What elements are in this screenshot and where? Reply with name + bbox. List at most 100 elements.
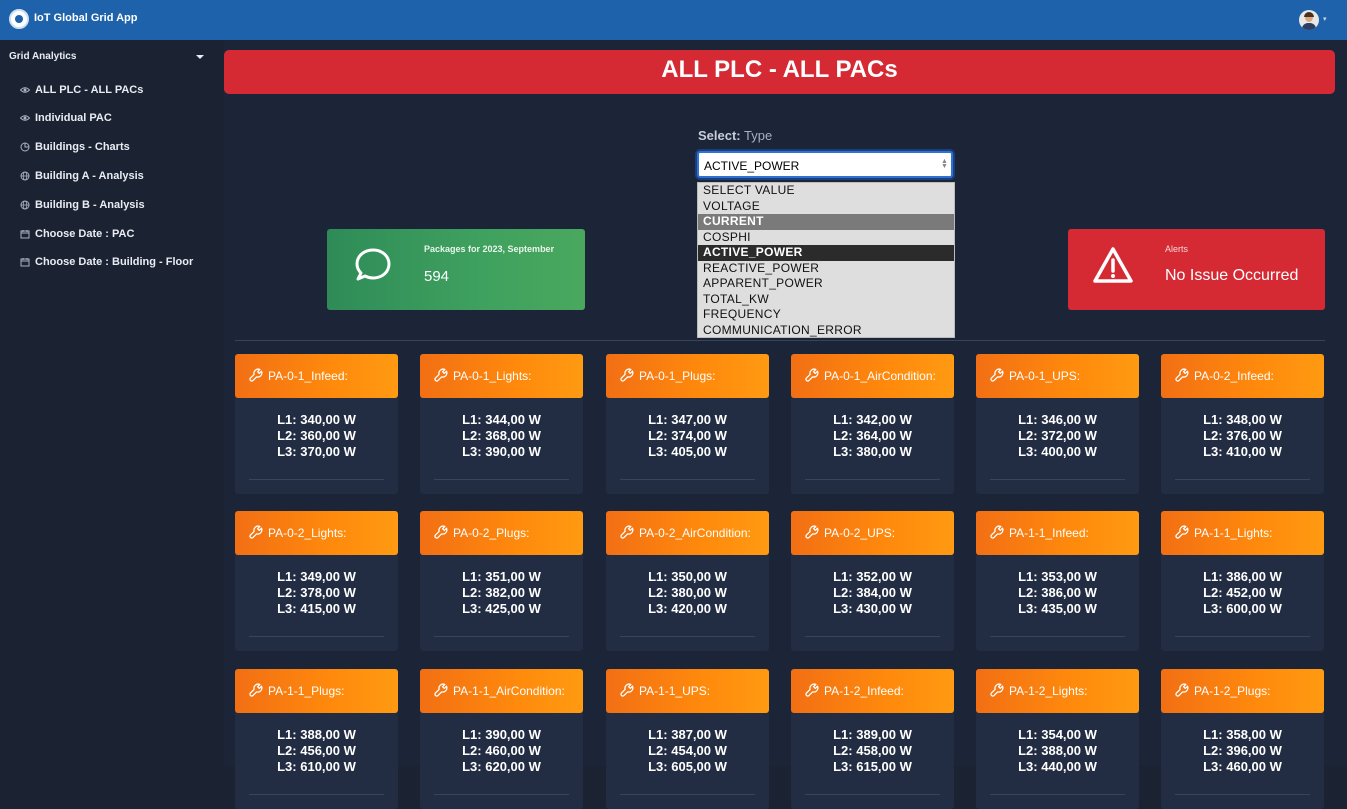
pac-name: PA-0-1_Infeed: <box>268 369 348 383</box>
pac-card[interactable]: PA-1-1_AirCondition: L1: 390,00 W L2: 460,… <box>420 669 583 809</box>
wrench-icon <box>990 683 1004 700</box>
sidebar-item-buildings-charts[interactable]: Buildings - Charts <box>20 139 130 155</box>
dropdown-option-selected[interactable]: ACTIVE_POWER <box>698 245 954 261</box>
pac-card-divider <box>1175 794 1310 795</box>
pac-l3: L3: 380,00 W <box>791 444 954 460</box>
pac-l1: L1: 346,00 W <box>976 412 1139 428</box>
type-select[interactable]: ACTIVE_POWER ▲ ▼ <box>697 151 953 178</box>
pac-card-header[interactable]: PA-1-1_Plugs: <box>235 669 398 713</box>
pac-card[interactable]: PA-1-1_Infeed: L1: 353,00 W L2: 386,00 W L3… <box>976 511 1139 651</box>
phase-label: L3: <box>462 601 486 616</box>
phase-label: L2: <box>648 428 672 443</box>
page-title: ALL PLC - ALL PACs <box>224 50 1335 94</box>
dropdown-option[interactable]: REACTIVE_POWER <box>698 261 954 277</box>
chevron-down-icon[interactable] <box>196 55 204 59</box>
app-title[interactable]: IoT Global Grid App <box>34 12 137 24</box>
pac-card-header[interactable]: PA-0-1_AirCondition: <box>791 354 954 398</box>
pac-card-header[interactable]: PA-1-2_Infeed: <box>791 669 954 713</box>
user-menu-caret-icon[interactable]: ▾ <box>1323 15 1327 23</box>
dropdown-option[interactable]: APPARENT_POWER <box>698 276 954 292</box>
pac-card[interactable]: PA-0-1_Plugs: L1: 347,00 W L2: 374,00 W L3:… <box>606 354 769 494</box>
pac-l1: L1: 358,00 W <box>1161 727 1324 743</box>
phase-label: L3: <box>277 601 301 616</box>
sidebar-item-all-plc[interactable]: ALL PLC - ALL PACs <box>20 82 143 98</box>
phase-label: L2: <box>277 428 301 443</box>
pac-card-divider <box>249 636 384 637</box>
alerts-value: No Issue Occurred <box>1165 267 1299 284</box>
type-select-value: ACTIVE_POWER <box>704 159 800 173</box>
phase-label: L1: <box>1203 569 1227 584</box>
pac-card[interactable]: PA-1-2_Lights: L1: 354,00 W L2: 388,00 W L3… <box>976 669 1139 809</box>
pac-card[interactable]: PA-1-1_Plugs: L1: 388,00 W L2: 456,00 W L3:… <box>235 669 398 809</box>
sidebar-item-choose-date-building[interactable]: Choose Date : Building - Floor <box>20 254 193 270</box>
dropdown-option[interactable]: FREQUENCY <box>698 307 954 323</box>
pac-card-header[interactable]: PA-0-1_Infeed: <box>235 354 398 398</box>
pac-card-divider <box>620 636 755 637</box>
pac-card[interactable]: PA-0-1_AirCondition: L1: 342,00 W L2: 364,… <box>791 354 954 494</box>
pac-card-header[interactable]: PA-1-1_Infeed: <box>976 511 1139 555</box>
sidebar-section-title[interactable]: Grid Analytics <box>9 51 76 62</box>
pac-l2-value: 360,00 W <box>300 428 356 443</box>
sidebar-item-building-a[interactable]: Building A - Analysis <box>20 168 144 184</box>
pac-values: L1: 347,00 W L2: 374,00 W L3: 405,00 W <box>606 412 769 460</box>
pac-l3-value: 415,00 W <box>300 601 356 616</box>
pac-card[interactable]: PA-0-2_Plugs: L1: 351,00 W L2: 382,00 W L3:… <box>420 511 583 651</box>
dropdown-option[interactable]: SELECT VALUE <box>698 183 954 199</box>
pac-l1: L1: 342,00 W <box>791 412 954 428</box>
sidebar-item-label: Choose Date : PAC <box>35 228 135 240</box>
alerts-card: Alerts No Issue Occurred <box>1068 229 1325 310</box>
pac-l1: L1: 390,00 W <box>420 727 583 743</box>
user-avatar[interactable] <box>1299 10 1319 30</box>
sidebar-item-building-b[interactable]: Building B - Analysis <box>20 197 145 213</box>
pac-card-header[interactable]: PA-1-1_AirCondition: <box>420 669 583 713</box>
pac-card-header[interactable]: PA-0-2_UPS: <box>791 511 954 555</box>
pac-card[interactable]: PA-0-2_UPS: L1: 352,00 W L2: 384,00 W L3: 4… <box>791 511 954 651</box>
pac-l3-value: 620,00 W <box>485 759 541 774</box>
pac-l1-value: 342,00 W <box>856 412 912 427</box>
pac-l3: L3: 400,00 W <box>976 444 1139 460</box>
pac-l2-value: 364,00 W <box>856 428 912 443</box>
pac-card-header[interactable]: PA-0-2_Infeed: <box>1161 354 1324 398</box>
pac-l1-value: 354,00 W <box>1041 727 1097 742</box>
pac-card-header[interactable]: PA-0-1_UPS: <box>976 354 1139 398</box>
pac-card[interactable]: PA-1-2_Plugs: L1: 358,00 W L2: 396,00 W L3:… <box>1161 669 1324 809</box>
pac-card[interactable]: PA-0-2_Infeed: L1: 348,00 W L2: 376,00 W L3… <box>1161 354 1324 494</box>
pac-card-header[interactable]: PA-1-2_Lights: <box>976 669 1139 713</box>
dropdown-option[interactable]: TOTAL_KW <box>698 292 954 308</box>
pac-card-header[interactable]: PA-0-1_Lights: <box>420 354 583 398</box>
pac-card[interactable]: PA-0-1_Lights: L1: 344,00 W L2: 368,00 W L3… <box>420 354 583 494</box>
dropdown-option-hovered[interactable]: CURRENT <box>698 214 954 230</box>
pac-l1: L1: 352,00 W <box>791 569 954 585</box>
dropdown-option[interactable]: VOLTAGE <box>698 199 954 215</box>
phase-label: L1: <box>1203 727 1227 742</box>
pac-card[interactable]: PA-0-2_AirCondition: L1: 350,00 W L2: 380,… <box>606 511 769 651</box>
pac-card-header[interactable]: PA-0-1_Plugs: <box>606 354 769 398</box>
pac-card-header[interactable]: PA-0-2_AirCondition: <box>606 511 769 555</box>
pac-card[interactable]: PA-0-1_UPS: L1: 346,00 W L2: 372,00 W L3: 4… <box>976 354 1139 494</box>
pac-l3: L3: 405,00 W <box>606 444 769 460</box>
pac-card-header[interactable]: PA-1-1_UPS: <box>606 669 769 713</box>
phase-label: L2: <box>833 743 857 758</box>
phase-label: L1: <box>833 727 857 742</box>
phase-label: L3: <box>648 601 672 616</box>
dropdown-option[interactable]: COSPHI <box>698 230 954 246</box>
sidebar-item-individual-pac[interactable]: Individual PAC <box>20 110 112 126</box>
pac-card-header[interactable]: PA-1-2_Plugs: <box>1161 669 1324 713</box>
pac-l3-value: 600,00 W <box>1226 601 1282 616</box>
pac-l3-value: 610,00 W <box>300 759 356 774</box>
pac-card-header[interactable]: PA-1-1_Lights: <box>1161 511 1324 555</box>
pac-card[interactable]: PA-0-1_Infeed: L1: 340,00 W L2: 360,00 W L3… <box>235 354 398 494</box>
pac-card[interactable]: PA-1-1_UPS: L1: 387,00 W L2: 454,00 W L3: 6… <box>606 669 769 809</box>
app-logo-icon[interactable] <box>9 9 29 29</box>
packages-caption: Packages for 2023, September <box>424 244 555 254</box>
pac-card[interactable]: PA-1-1_Lights: L1: 386,00 W L2: 452,00 W L3… <box>1161 511 1324 651</box>
pac-card-header[interactable]: PA-0-2_Plugs: <box>420 511 583 555</box>
pac-card[interactable]: PA-0-2_Lights: L1: 349,00 W L2: 378,00 W L3… <box>235 511 398 651</box>
pac-card[interactable]: PA-1-2_Infeed: L1: 389,00 W L2: 458,00 W L3… <box>791 669 954 809</box>
dropdown-option[interactable]: COMMUNICATION_ERROR <box>698 323 954 339</box>
sidebar-item-choose-date-pac[interactable]: Choose Date : PAC <box>20 226 134 242</box>
phase-label: L3: <box>277 759 301 774</box>
alerts-caption: Alerts <box>1165 244 1189 254</box>
wrench-icon <box>1175 525 1189 542</box>
pac-card-header[interactable]: PA-0-2_Lights: <box>235 511 398 555</box>
